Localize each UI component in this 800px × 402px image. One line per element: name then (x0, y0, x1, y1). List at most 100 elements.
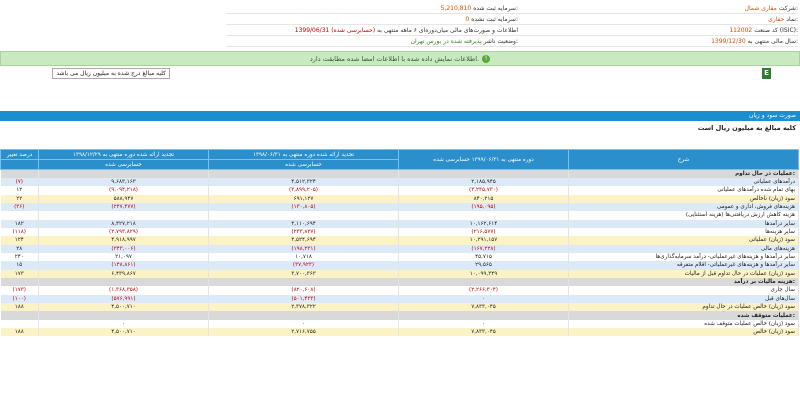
cell-period-3 (38, 169, 209, 178)
table-row: ۲۴۰ ۲۱,۰۹۷ ۱۰,۷۱۸ ۴۵,۷۱۵ سایر درآمدها و هزین… (0, 252, 799, 262)
cell-period-2 (208, 211, 399, 220)
cell-period-1: ۸۴۰,۲۱۵ (398, 194, 569, 203)
table-body: عملیات در حال تداوم: (۷) ۹,۶۸۳,۱۶۳ ۴,۵۱۲,۳۲… (0, 169, 799, 337)
company-info-panel: مقاری شمال شرکت: حفاری نماد: 112002 کد ص… (0, 0, 800, 53)
cell-period-3: ۹,۶۸۳,۱۶۳ (38, 177, 209, 187)
cell-period-2 (208, 277, 399, 287)
unit-row: کلیه مبالغ درج شده به میلیون ریال می باش… (0, 68, 800, 80)
table-row: ۱۸۸ ۴,۵۰۰,۷۱۰ ۲,۷۱۶,۷۵۵ ۷,۸۳۳,۰۴۵ سود (زیان)… (0, 328, 799, 337)
info-report-period: 1399/06/31 (حسابرسی شده) اطلاعات و صورت‌… (226, 25, 518, 36)
cell-period-3: ۴,۵۰۰,۷۱۰ (38, 303, 209, 312)
table-row: ۲۸ (۳۴۳,۰۰۶) (۱۹۸,۲۳۱) (۱۶۷,۲۲۸) هزینه‌های م… (0, 244, 799, 253)
company-info-left: 5,210,810 سرمایه ثبت شده: 0 سرمایه ثبت ن… (226, 3, 518, 47)
cell-change-percent (0, 211, 39, 220)
cell-change-percent: ۱۵ (0, 261, 39, 270)
cell-period-2: ۲,۷۱۶,۷۵۵ (208, 328, 399, 337)
cell-period-1: ۴۵,۷۱۵ (398, 252, 569, 262)
cell-period-3: (۳۴۳,۰۰۶) (38, 244, 209, 253)
cell-period-1: ۷,۸۳۳,۰۴۵ (398, 328, 569, 337)
cell-description: سایر هزینه‌ها (568, 227, 799, 237)
isic-value: 112002 (729, 26, 753, 34)
cell-description: سود (زیان) عملیاتی (568, 236, 799, 245)
cell-period-2: (۸۲۰,۶۰۸) (208, 286, 399, 295)
cell-change-percent: ۲۲ (0, 194, 39, 203)
cell-period-1: (۳,۲۳۵,۷۳۰) (398, 186, 569, 195)
isic-label: کد صنعت (ISIC): (754, 26, 798, 34)
report-period-label: اطلاعات و صورت‌های مالی میان‌دوره‌ای ۶ م… (377, 26, 518, 34)
table-row: ۲۲ ۵۸۸,۹۴۷ ۶۹۱,۱۲۷ ۸۴۰,۲۱۵ سود (زیان) ناخالص (0, 194, 799, 203)
cell-period-1: ۲,۱۸۵,۹۴۵ (398, 177, 569, 187)
table-row: ۱۸۲ ۸,۴۲۷,۲۱۸ ۴,۱۱۰,۶۹۴ ۱۰,۱۶۲,۶۱۴ سایر درآم… (0, 219, 799, 228)
cell-change-percent: (۳۶) (0, 202, 39, 212)
cell-period-1: ۰ (398, 294, 569, 303)
cell-period-2: ۰ (208, 319, 399, 329)
verification-notice: اطلاعات نمایش داده شده با اطلاعات امضا ش… (0, 51, 800, 66)
cell-description: هزینه کاهش ارزش دریافتنی‌ها (هزینه استثن… (568, 211, 799, 220)
cell-change-percent: ۱۸۸ (0, 328, 39, 337)
cell-period-3 (38, 211, 209, 220)
table-row: ۱۸۸ ۴,۵۰۰,۷۱۰ ۲,۳۷۸,۳۲۲ ۷,۸۳۳,۰۴۵ سود (زیان)… (0, 303, 799, 312)
cell-description: سود (زیان) خالص عملیات در حال تداوم (568, 303, 799, 312)
cell-description: سود (زیان) ناخالص (568, 194, 799, 203)
table-row: ۱۲ (۹,۰۹۴,۲۱۸) (۳,۸۹۹,۲۰۵) (۳,۲۳۵,۷۳۰) بهای … (0, 186, 799, 195)
cell-period-1 (398, 211, 569, 220)
cell-description: هزینه‌های مالی (568, 244, 799, 253)
cell-period-3: (۱۴۸,۸۶۱) (38, 261, 209, 270)
cell-period-2: ۳,۷۰۰,۳۶۳ (208, 269, 399, 278)
cell-period-1: ۱۰,۱۶۲,۶۱۴ (398, 219, 569, 228)
cell-period-2: (۳۷,۹۲۳) (208, 261, 399, 270)
table-row: ۱۲۴ ۴,۹۱۸,۹۹۷ ۴,۵۲۴,۶۹۴ ۱۰,۲۹۱,۱۵۷ سود (زیان… (0, 236, 799, 245)
notice-text: اطلاعات نمایش داده شده با اطلاعات امضا ش… (309, 54, 480, 63)
registered-capital-label: سرمایه ثبت شده: (473, 4, 518, 12)
check-circle-icon: ! (482, 54, 491, 63)
header-col4-sub (0, 159, 39, 170)
cell-description: عملیات در حال تداوم: (568, 169, 799, 178)
cell-description: سال‌های قبل (568, 294, 799, 303)
header-col3-sub: حسابرسی شده (38, 159, 209, 170)
cell-period-1 (398, 169, 569, 178)
cell-change-percent: (۱۷۳) (0, 286, 39, 295)
cell-period-1: ۷,۸۳۳,۰۴۵ (398, 303, 569, 312)
cell-period-3 (38, 311, 209, 320)
cell-period-3: ۲۱,۰۹۷ (38, 252, 209, 262)
fiscal-year-label: سال مالی منتهی به: (747, 37, 798, 45)
statement-subtitle: کلیه مبالغ به میلیون ریال است (697, 124, 796, 132)
cell-period-2: (۱۹۸,۲۳۱) (208, 244, 399, 253)
company-info-right: مقاری شمال شرکت: حفاری نماد: 112002 کد ص… (496, 3, 798, 47)
cell-period-3: ۵۸۸,۹۴۷ (38, 194, 209, 203)
cell-period-2: ۴,۵۱۲,۳۲۴ (208, 177, 399, 187)
unregistered-capital-value: 0 (465, 15, 470, 23)
company-label: شرکت: (778, 4, 798, 12)
cell-change-percent (0, 319, 39, 329)
cell-period-1: (۲,۲۶۶,۳۰۴) (398, 286, 569, 295)
income-statement-table: درصد تغییر تجدید ارائه شده دوره منتهی به… (0, 149, 799, 337)
cell-period-2: (۱۳۰,۸۰۵) (208, 202, 399, 212)
info-fiscal-year: 1399/12/30 سال مالی منتهی به: (496, 36, 798, 47)
cell-period-1: ۱۰,۰۹۹,۳۴۹ (398, 269, 569, 278)
info-isic: 112002 کد صنعت (ISIC): (496, 25, 798, 36)
excel-export-icon[interactable]: E (762, 68, 771, 79)
cell-period-2: ۴,۱۱۰,۶۹۴ (208, 219, 399, 228)
cell-change-percent: ۱۸۲ (0, 219, 39, 228)
table-row: هزینه کاهش ارزش دریافتنی‌ها (هزینه استثن… (0, 211, 799, 220)
unit-select[interactable]: کلیه مبالغ درج شده به میلیون ریال می باش… (52, 68, 170, 79)
symbol-label: نماد: (786, 15, 798, 23)
cell-description: هزینه مالیات بر درآمد: (568, 277, 799, 287)
fiscal-year-value: 1399/12/30 (711, 37, 746, 45)
info-symbol: حفاری نماد: (496, 14, 798, 25)
table-row: ۰ ۰ ۰ سود (زیان) خالص عملیات متوقف شده (0, 319, 799, 329)
cell-period-1: ۲۹,۵۶۵ (398, 261, 569, 270)
cell-description: هزینه‌های فروش، اداری و عمومی (568, 202, 799, 212)
cell-description: سایر درآمدها (568, 219, 799, 228)
cell-period-2 (208, 169, 399, 178)
cell-change-percent: ۱۸۸ (0, 303, 39, 312)
header-col1: دوره منتهی به ۱۳۹۹/۰۶/۳۱ حسابرسی شده (398, 149, 569, 170)
report-period-value: 1399/06/31 (حسابرسی شده) (294, 26, 376, 34)
cell-description: سایر درآمدها و هزینه‌های غیرعملیاتی- اقل… (568, 261, 799, 270)
cell-period-3: ۴,۵۰۰,۷۱۰ (38, 328, 209, 337)
table-section-row: هزینه مالیات بر درآمد: (0, 277, 799, 287)
cell-period-1 (398, 277, 569, 287)
cell-period-3: (۱,۳۶۸,۳۵۸) (38, 286, 209, 295)
cell-description: سود (زیان) عملیات در حال تداوم قبل از ما… (568, 269, 799, 278)
cell-change-percent: ۲۴۰ (0, 252, 39, 262)
